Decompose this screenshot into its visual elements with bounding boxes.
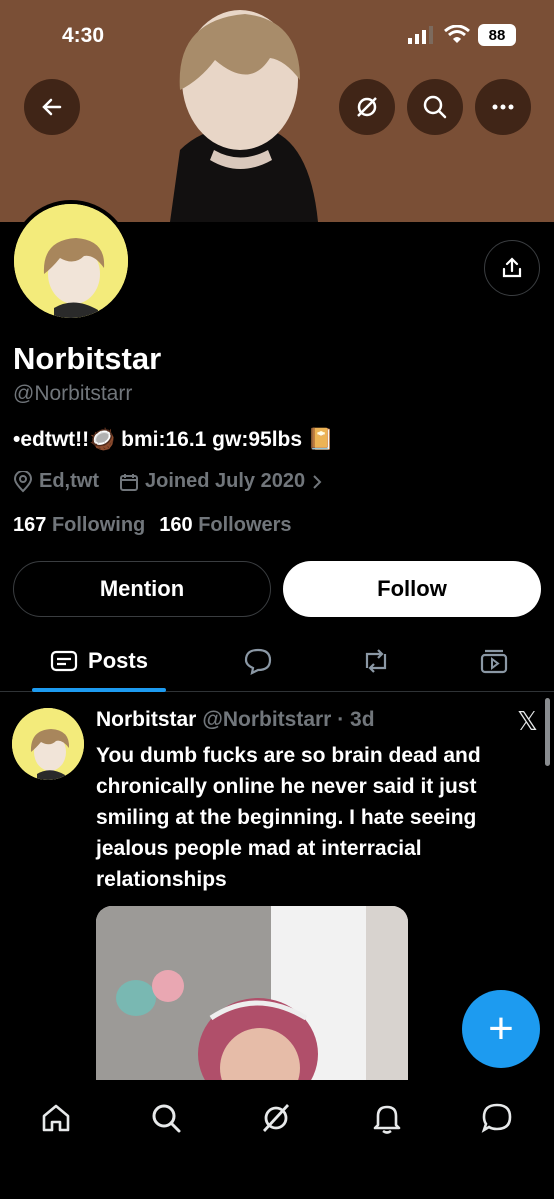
post-author-name[interactable]: Norbitstar	[96, 708, 196, 732]
post-header: Norbitstar @Norbitstarr · 3d	[96, 708, 375, 732]
search-icon	[152, 1104, 181, 1133]
follow-stats: 167 Following 160 Followers	[13, 514, 292, 537]
back-button[interactable]	[24, 79, 80, 135]
tab-media[interactable]	[474, 632, 514, 690]
post-media[interactable]	[96, 906, 408, 1082]
message-icon	[481, 1103, 512, 1133]
compose-button[interactable]: +	[462, 990, 540, 1068]
post-media-image	[96, 906, 408, 1082]
grok-button[interactable]	[339, 79, 395, 135]
profile-name: Norbitstar	[13, 341, 162, 376]
followers-link[interactable]: 160 Followers	[159, 514, 291, 537]
profile-avatar[interactable]	[10, 200, 132, 322]
media-icon	[480, 649, 508, 674]
follow-button[interactable]: Follow	[283, 561, 541, 617]
following-label: Following	[51, 514, 146, 536]
plus-icon: +	[488, 1004, 514, 1053]
nav-search[interactable]	[146, 1098, 186, 1138]
home-icon	[42, 1104, 70, 1132]
nav-notifications[interactable]	[367, 1098, 407, 1138]
nav-home[interactable]	[36, 1098, 76, 1138]
search-button[interactable]	[407, 79, 463, 135]
bell-icon	[373, 1105, 401, 1134]
following-link[interactable]: 167 Following	[13, 514, 145, 537]
profile-tabs: Posts	[0, 632, 554, 692]
avatar-image	[14, 204, 128, 318]
arrow-left-icon	[42, 98, 62, 116]
profile-meta: Ed,twt Joined July 2020	[13, 470, 323, 493]
followers-count: 160	[159, 514, 193, 536]
posts-icon	[50, 650, 78, 672]
bottom-navigation	[0, 1080, 554, 1199]
signal-icon	[408, 26, 433, 44]
grok-icon	[357, 97, 377, 117]
chevron-right-icon	[313, 474, 322, 489]
post-handle-time: @Norbitstarr · 3d	[202, 708, 375, 731]
followers-label: Followers	[198, 514, 292, 536]
more-icon	[492, 104, 514, 110]
profile-bio: •edtwt!!🥥 bmi:16.1 gw:95lbs 📔	[13, 428, 335, 451]
post-avatar[interactable]	[12, 708, 84, 780]
calendar-icon	[120, 473, 138, 491]
following-count: 167	[13, 514, 47, 536]
post-avatar-image	[12, 708, 84, 780]
repost-icon	[365, 649, 387, 673]
tab-reposts[interactable]	[356, 632, 396, 690]
tab-posts-label: Posts	[88, 648, 148, 673]
tab-posts[interactable]: Posts	[32, 632, 166, 692]
scrollbar[interactable]	[545, 698, 550, 766]
joined-text: Joined July 2020	[145, 470, 306, 492]
tab-replies[interactable]	[238, 632, 278, 690]
location-icon	[13, 470, 33, 492]
location-text: Ed,twt	[39, 470, 99, 492]
grok-icon	[262, 1104, 290, 1132]
nav-messages[interactable]	[477, 1098, 517, 1138]
status-time: 4:30	[62, 24, 105, 47]
search-icon	[423, 95, 447, 119]
nav-grok[interactable]	[256, 1098, 296, 1138]
share-button[interactable]	[484, 240, 540, 296]
reply-icon	[244, 648, 272, 675]
wifi-icon	[444, 25, 470, 43]
x-logo-icon: 𝕏	[517, 706, 538, 736]
post-text: You dumb fucks are so brain dead and chr…	[96, 744, 481, 891]
share-icon	[502, 257, 522, 278]
location-item: Ed,twt	[13, 470, 99, 493]
joined-item[interactable]: Joined July 2020	[119, 470, 323, 493]
status-bar: 4:30 88	[0, 20, 554, 54]
mention-button[interactable]: Mention	[13, 561, 271, 617]
profile-handle: @Norbitstarr	[13, 382, 133, 405]
battery-indicator: 88	[478, 24, 516, 46]
more-button[interactable]	[475, 79, 531, 135]
